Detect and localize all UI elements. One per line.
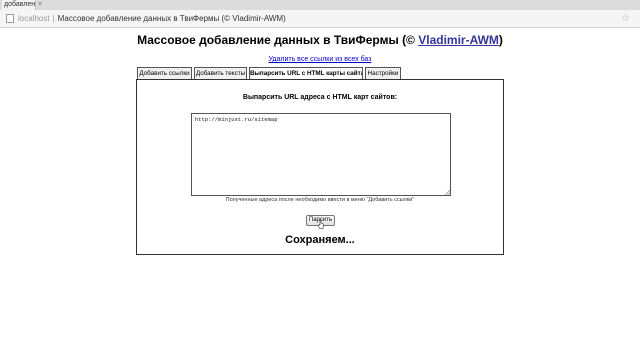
resize-handle-icon[interactable]: [444, 189, 450, 195]
page-title: Массовое добавление данных в ТвиФермы (©…: [0, 33, 640, 47]
browser-tab[interactable]: добавлен: [2, 0, 36, 10]
page-title-end: ): [498, 33, 503, 47]
tab-add-links[interactable]: Добавить ссылки: [137, 67, 192, 79]
page-title-text: Массовое добавление данных в ТвиФермы (©: [137, 33, 419, 47]
delete-all-links-link[interactable]: Удалить все ссылки из всех баз: [0, 56, 640, 63]
address-bar[interactable]: localhost | Массовое добавление данных в Т…: [0, 10, 640, 28]
form-heading: Выпарсить URL адреса с HTML карт сайтов:: [242, 94, 398, 101]
sitemap-url-textarea[interactable]: http://minjust.ru/sitemap: [191, 113, 451, 196]
saving-status: Сохраняем...: [285, 234, 355, 246]
tab-add-texts[interactable]: Добавить тексты: [194, 67, 247, 79]
address-page-title: Массовое добавление данных в ТвиФермы (©…: [57, 14, 286, 23]
address-host: localhost: [18, 14, 50, 23]
browser-tab-strip: добавлен ×: [0, 0, 640, 10]
tab-close-icon[interactable]: ×: [38, 0, 42, 10]
address-separator: |: [52, 14, 55, 23]
tab-settings[interactable]: Настройки: [365, 67, 401, 79]
hand-cursor-icon: [318, 219, 324, 229]
bookmark-star-icon[interactable]: ☆: [621, 13, 630, 24]
page-icon: [6, 14, 14, 23]
address-text[interactable]: localhost | Массовое добавление данных в Т…: [18, 13, 286, 24]
author-link[interactable]: Vladimir-AWM: [418, 33, 499, 47]
form-hint: Полученные адреса после необходимо ввест…: [225, 197, 415, 203]
